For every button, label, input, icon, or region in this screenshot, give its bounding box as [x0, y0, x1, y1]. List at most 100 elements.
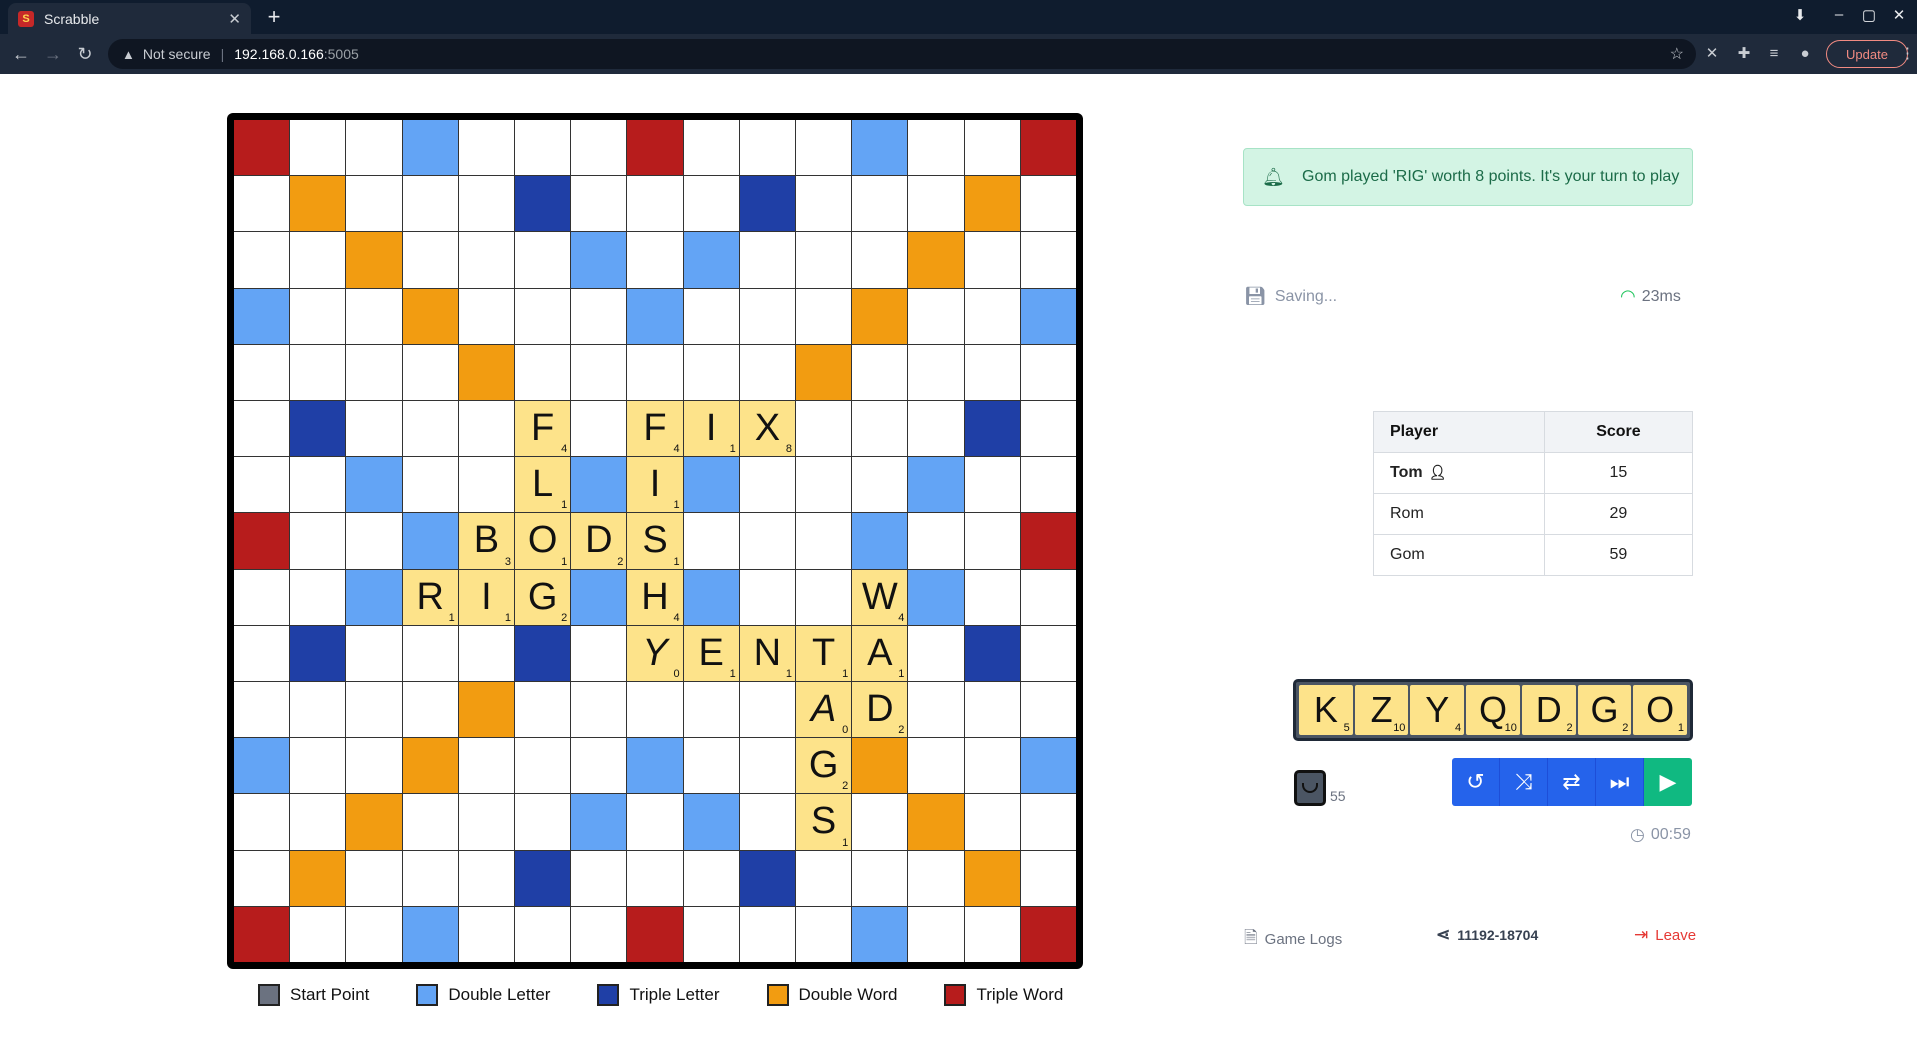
board-square[interactable] — [627, 682, 683, 738]
triple-word-square[interactable] — [1020, 906, 1076, 962]
board-square[interactable] — [458, 457, 514, 513]
double-letter-square[interactable] — [852, 120, 908, 176]
board-square[interactable] — [234, 176, 290, 232]
board-tile[interactable]: O1 — [515, 513, 571, 569]
board-square[interactable] — [458, 850, 514, 906]
board-square[interactable] — [458, 120, 514, 176]
board-tile[interactable]: I1 — [627, 457, 683, 513]
game-logs-link[interactable]: 🗎 Game Logs — [1244, 925, 1342, 954]
bookmark-star-icon[interactable]: ☆ — [1670, 44, 1684, 64]
board-square[interactable] — [796, 850, 852, 906]
board-square[interactable] — [908, 513, 964, 569]
double-letter-square[interactable] — [683, 794, 739, 850]
board-tile[interactable]: I1 — [683, 401, 739, 457]
double-word-square[interactable] — [964, 850, 1020, 906]
board-square[interactable] — [908, 738, 964, 794]
board-square[interactable] — [739, 344, 795, 400]
board-square[interactable] — [796, 906, 852, 962]
board-square[interactable] — [1020, 344, 1076, 400]
double-letter-square[interactable] — [234, 288, 290, 344]
board-square[interactable] — [627, 232, 683, 288]
board-square[interactable] — [234, 850, 290, 906]
board-square[interactable] — [515, 288, 571, 344]
board-tile[interactable]: D2 — [852, 682, 908, 738]
board-square[interactable] — [571, 625, 627, 681]
triple-letter-square[interactable] — [739, 850, 795, 906]
board-square[interactable] — [964, 794, 1020, 850]
board-tile[interactable]: T1 — [796, 625, 852, 681]
board-tile[interactable]: Y0 — [627, 625, 683, 681]
rack-tile[interactable]: K5 — [1299, 685, 1353, 735]
board-square[interactable] — [515, 906, 571, 962]
board-square[interactable] — [290, 906, 346, 962]
rack-tile[interactable]: G2 — [1577, 685, 1632, 735]
board-square[interactable] — [234, 682, 290, 738]
triple-word-square[interactable] — [1020, 513, 1076, 569]
extensions-puzzle-icon[interactable]: ✚ — [1733, 43, 1755, 65]
board-square[interactable] — [796, 569, 852, 625]
board-square[interactable] — [739, 232, 795, 288]
double-word-square[interactable] — [402, 738, 458, 794]
board-tile[interactable]: S1 — [627, 513, 683, 569]
double-letter-square[interactable] — [402, 906, 458, 962]
forward-icon[interactable]: → — [40, 42, 66, 66]
double-letter-square[interactable] — [908, 569, 964, 625]
board-square[interactable] — [571, 738, 627, 794]
board-square[interactable] — [402, 457, 458, 513]
triple-letter-square[interactable] — [290, 625, 346, 681]
double-letter-square[interactable] — [852, 906, 908, 962]
double-letter-square[interactable] — [402, 513, 458, 569]
board-square[interactable] — [683, 906, 739, 962]
board-tile[interactable]: A1 — [852, 625, 908, 681]
board-square[interactable] — [515, 682, 571, 738]
flag-extension-icon[interactable]: ✕ — [1701, 43, 1723, 65]
board-square[interactable] — [1020, 682, 1076, 738]
board-square[interactable] — [908, 344, 964, 400]
board-tile[interactable]: D2 — [571, 513, 627, 569]
minimize-icon[interactable]: – — [1827, 6, 1851, 28]
board-square[interactable] — [964, 120, 1020, 176]
board-square[interactable] — [908, 906, 964, 962]
board-tile[interactable]: F4 — [515, 401, 571, 457]
triple-word-square[interactable] — [234, 120, 290, 176]
close-window-icon[interactable]: ✕ — [1887, 6, 1911, 28]
double-letter-square[interactable] — [234, 738, 290, 794]
profile-menu-icon[interactable]: ⬇ — [1788, 6, 1812, 28]
pass-button[interactable]: ⏭ — [1596, 758, 1644, 806]
board-tile[interactable]: R1 — [402, 569, 458, 625]
board-square[interactable] — [964, 906, 1020, 962]
board-square[interactable] — [796, 457, 852, 513]
board-square[interactable] — [458, 906, 514, 962]
board-square[interactable] — [627, 794, 683, 850]
board-tile[interactable]: B3 — [458, 513, 514, 569]
rack-tile[interactable]: Q 10 — [1466, 685, 1520, 735]
board-square[interactable] — [683, 176, 739, 232]
board-square[interactable] — [515, 232, 571, 288]
board-tile[interactable]: H4 — [627, 569, 683, 625]
board-square[interactable] — [458, 288, 514, 344]
board-square[interactable] — [683, 513, 739, 569]
double-letter-square[interactable] — [683, 457, 739, 513]
board-square[interactable] — [402, 344, 458, 400]
board-square[interactable] — [964, 682, 1020, 738]
board-square[interactable] — [402, 401, 458, 457]
board-square[interactable] — [1020, 401, 1076, 457]
board-tile[interactable]: L1 — [515, 457, 571, 513]
board-square[interactable] — [964, 232, 1020, 288]
board-square[interactable] — [458, 401, 514, 457]
board-tile[interactable]: G2 — [796, 738, 852, 794]
board-square[interactable] — [346, 906, 402, 962]
double-word-square[interactable] — [964, 176, 1020, 232]
double-letter-square[interactable] — [571, 457, 627, 513]
board-square[interactable] — [458, 794, 514, 850]
double-letter-square[interactable] — [346, 569, 402, 625]
board-square[interactable] — [627, 344, 683, 400]
double-word-square[interactable] — [458, 344, 514, 400]
board-square[interactable] — [571, 288, 627, 344]
board-square[interactable] — [402, 682, 458, 738]
double-letter-square[interactable] — [1020, 288, 1076, 344]
board-square[interactable] — [402, 850, 458, 906]
undo-button[interactable]: ↺ — [1452, 758, 1500, 806]
avatar[interactable]: ● — [1794, 43, 1816, 65]
board-square[interactable] — [571, 906, 627, 962]
